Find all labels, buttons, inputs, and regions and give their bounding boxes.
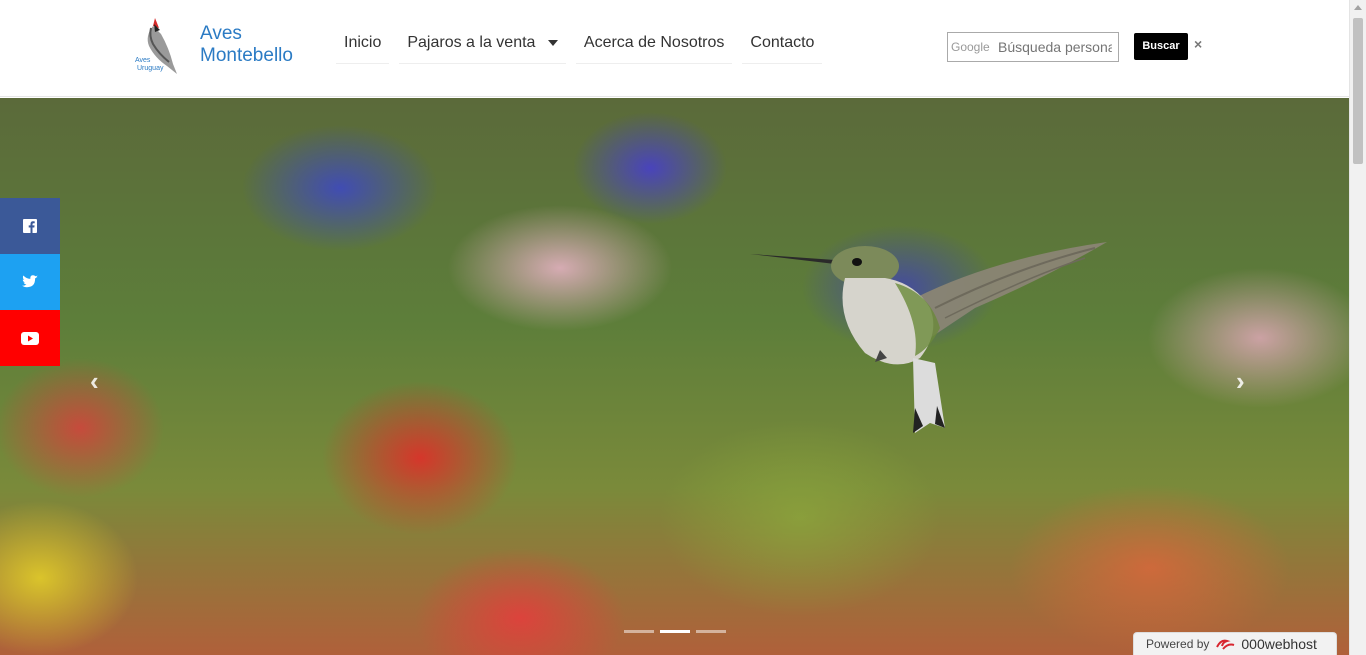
facebook-button[interactable] — [0, 198, 60, 254]
carousel-indicators — [624, 630, 726, 633]
hero-carousel: ‹ › — [0, 98, 1349, 655]
nav-item-contacto[interactable]: Contacto — [742, 28, 823, 64]
youtube-button[interactable] — [0, 310, 60, 366]
logo-text-bottom: Uruguay — [137, 65, 164, 72]
carousel-indicator[interactable] — [624, 630, 654, 633]
webhost-logo-icon — [1216, 639, 1235, 650]
nav-item-label: Inicio — [344, 34, 382, 51]
page: Aves Uruguay Aves Montebello Inicio Paja… — [0, 0, 1366, 655]
carousel-next-button[interactable]: › — [1236, 366, 1245, 397]
page-scrollbar[interactable] — [1349, 0, 1366, 655]
site-header: Aves Uruguay Aves Montebello Inicio Paja… — [0, 0, 1349, 97]
nav-item-label: Pajaros a la venta — [407, 34, 536, 51]
nav-item-label: Contacto — [750, 34, 815, 51]
powered-by-badge[interactable]: Powered by 000webhost — [1133, 632, 1337, 655]
nav-item-acerca[interactable]: Acerca de Nosotros — [575, 28, 733, 64]
search-button[interactable]: Buscar — [1134, 33, 1188, 60]
logo-text-top: Aves — [135, 57, 151, 64]
host-label: 000webhost — [1241, 636, 1317, 652]
brand-line-2: Montebello — [200, 45, 293, 66]
search-box: Google — [947, 32, 1119, 62]
nav-item-pajaros[interactable]: Pajaros a la venta — [399, 28, 566, 64]
close-icon[interactable]: × — [1194, 36, 1202, 52]
youtube-icon — [21, 331, 39, 345]
brand-name[interactable]: Aves Montebello — [200, 23, 293, 67]
scroll-up-icon[interactable] — [1354, 5, 1362, 10]
facebook-icon — [23, 219, 37, 233]
chevron-down-icon — [547, 39, 558, 46]
scroll-thumb[interactable] — [1353, 18, 1363, 164]
nav-item-inicio[interactable]: Inicio — [336, 28, 390, 64]
twitter-button[interactable] — [0, 254, 60, 310]
search-brand-label: Google — [951, 40, 990, 54]
carousel-indicator-active[interactable] — [660, 630, 690, 633]
logo-icon[interactable]: Aves Uruguay — [133, 14, 189, 76]
social-sidebar — [0, 198, 60, 366]
carousel-prev-button[interactable]: ‹ — [90, 366, 99, 397]
carousel-indicator[interactable] — [696, 630, 726, 633]
main-nav: Inicio Pajaros a la venta Acerca de Noso… — [336, 28, 823, 64]
hummingbird-image — [750, 242, 1107, 433]
twitter-icon — [22, 275, 38, 288]
search-input[interactable] — [998, 39, 1112, 55]
nav-item-label: Acerca de Nosotros — [583, 34, 725, 51]
powered-by-label: Powered by — [1146, 637, 1210, 651]
brand-line-1: Aves — [200, 23, 242, 44]
